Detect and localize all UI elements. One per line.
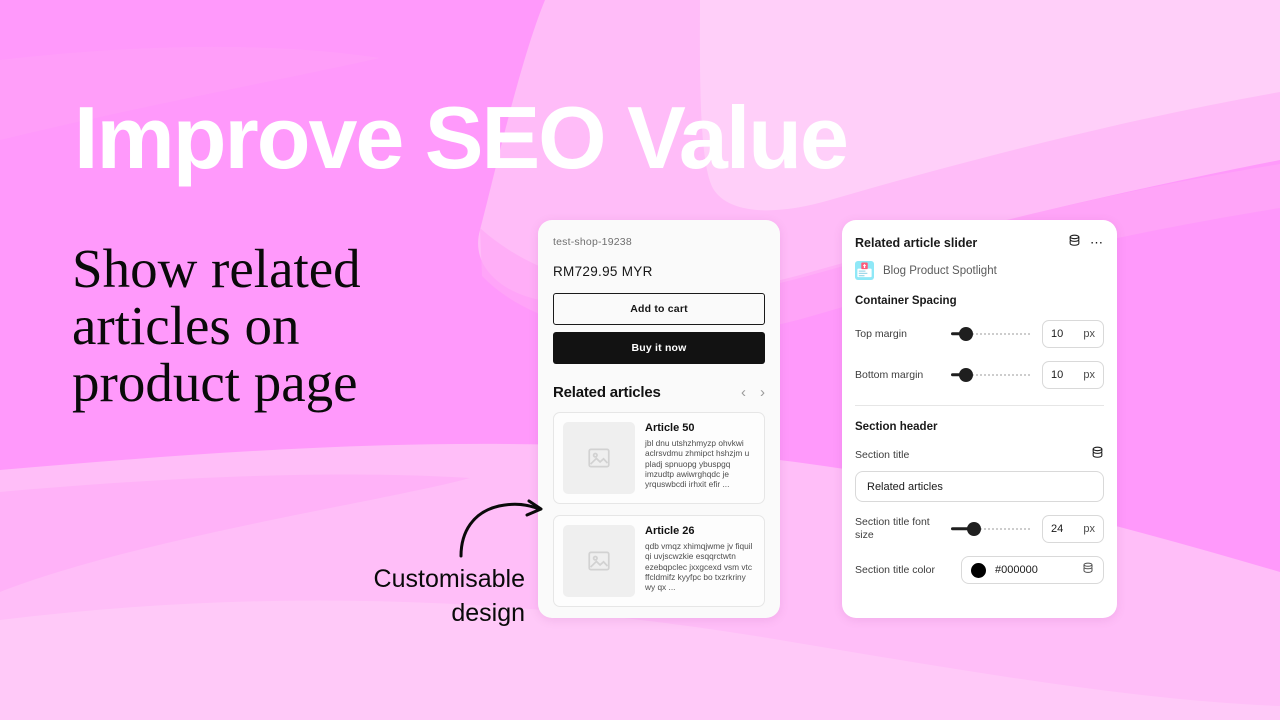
settings-panel-header: Related article slider ⋯ <box>855 234 1104 252</box>
top-margin-unit: px <box>1083 328 1095 340</box>
section-title-color-value: #000000 <box>995 564 1038 576</box>
slider-track <box>963 373 1032 377</box>
database-icon[interactable] <box>1091 446 1104 464</box>
related-articles-header: Related articles ‹ › <box>553 384 765 401</box>
chevron-left-icon[interactable]: ‹ <box>741 385 746 400</box>
bottom-margin-value: 10 <box>1051 369 1064 381</box>
database-icon[interactable] <box>1068 234 1081 252</box>
top-margin-slider[interactable] <box>951 326 1032 342</box>
bottom-margin-label: Bottom margin <box>855 368 924 381</box>
article-excerpt: qdb vmqz xhimqjwme jv fiquil qi uvjscwzk… <box>645 541 753 593</box>
page-subtitle: Show related articles on product page <box>72 238 361 413</box>
annotation-caption-line1: Customisable <box>373 565 525 593</box>
annotation-caption-line2: design <box>451 599 525 627</box>
section-title-label-row: Section title <box>855 446 1104 464</box>
section-title-color-label: Section title color <box>855 563 935 576</box>
section-title-label: Section title <box>855 449 910 461</box>
blog-product-spotlight-icon <box>855 261 874 280</box>
annotation-caption: Customisable design <box>330 562 525 630</box>
chevron-right-icon[interactable]: › <box>760 385 765 400</box>
bottom-margin-value-input[interactable]: 10 px <box>1042 361 1104 389</box>
image-placeholder-icon <box>563 525 635 597</box>
slider-track <box>963 332 1032 336</box>
slider-knob[interactable] <box>959 368 973 382</box>
article-title: Article 26 <box>645 525 695 537</box>
section-title-font-size-value: 24 <box>1051 523 1064 535</box>
top-margin-value: 10 <box>1051 328 1064 340</box>
section-title-input[interactable]: Related articles <box>855 471 1104 502</box>
app-name: Blog Product Spotlight <box>883 264 997 277</box>
section-title-font-size-input[interactable]: 24 px <box>1042 515 1104 543</box>
slider-knob[interactable] <box>959 327 973 341</box>
color-swatch[interactable] <box>971 562 986 578</box>
article-excerpt: jbl dnu utshzhmyzp ohvkwi aclrsvdmu zhmi… <box>645 438 750 490</box>
slider-nav: ‹ › <box>741 385 765 400</box>
more-horizontal-icon[interactable]: ⋯ <box>1090 236 1104 249</box>
bottom-margin-slider[interactable] <box>951 367 1032 383</box>
section-header-heading: Section header <box>855 421 938 433</box>
settings-panel: Related article slider ⋯ Blog Product Sp… <box>842 220 1117 618</box>
top-margin-row: Top margin 10 px <box>855 320 1104 348</box>
section-title-color-row: Section title color #000000 <box>855 556 1104 584</box>
buy-it-now-button[interactable]: Buy it now <box>553 332 765 364</box>
related-articles-heading: Related articles <box>553 384 661 401</box>
section-title-color-input[interactable]: #000000 <box>961 556 1104 584</box>
section-title-font-size-row: Section title font size 24 px <box>855 515 1104 543</box>
storefront-preview-card: test-shop-19238 RM729.95 MYR Add to cart… <box>538 220 780 618</box>
product-price: RM729.95 MYR <box>553 264 653 279</box>
shop-name: test-shop-19238 <box>553 236 632 248</box>
section-title-font-size-slider[interactable] <box>951 521 1032 537</box>
container-spacing-heading: Container Spacing <box>855 295 957 307</box>
article-title: Article 50 <box>645 422 695 434</box>
bottom-margin-row: Bottom margin 10 px <box>855 361 1104 389</box>
top-margin-label: Top margin <box>855 327 907 340</box>
section-title-value: Related articles <box>867 480 943 493</box>
database-icon[interactable] <box>1082 561 1094 579</box>
curved-arrow-icon <box>459 499 543 558</box>
app-attribution: Blog Product Spotlight <box>855 261 1104 280</box>
image-placeholder-icon <box>563 422 635 494</box>
section-title-font-size-label: Section title font size <box>855 516 930 541</box>
section-title-font-size-unit: px <box>1083 523 1095 535</box>
bottom-margin-unit: px <box>1083 369 1095 381</box>
top-margin-value-input[interactable]: 10 px <box>1042 320 1104 348</box>
list-item[interactable]: Article 26 qdb vmqz xhimqjwme jv fiquil … <box>553 515 765 607</box>
list-item[interactable]: Article 50 jbl dnu utshzhmyzp ohvkwi acl… <box>553 412 765 504</box>
add-to-cart-button[interactable]: Add to cart <box>553 293 765 325</box>
slider-knob[interactable] <box>967 522 981 536</box>
settings-divider <box>855 405 1104 406</box>
settings-panel-title: Related article slider <box>855 236 978 250</box>
page-title: Improve SEO Value <box>74 88 849 187</box>
